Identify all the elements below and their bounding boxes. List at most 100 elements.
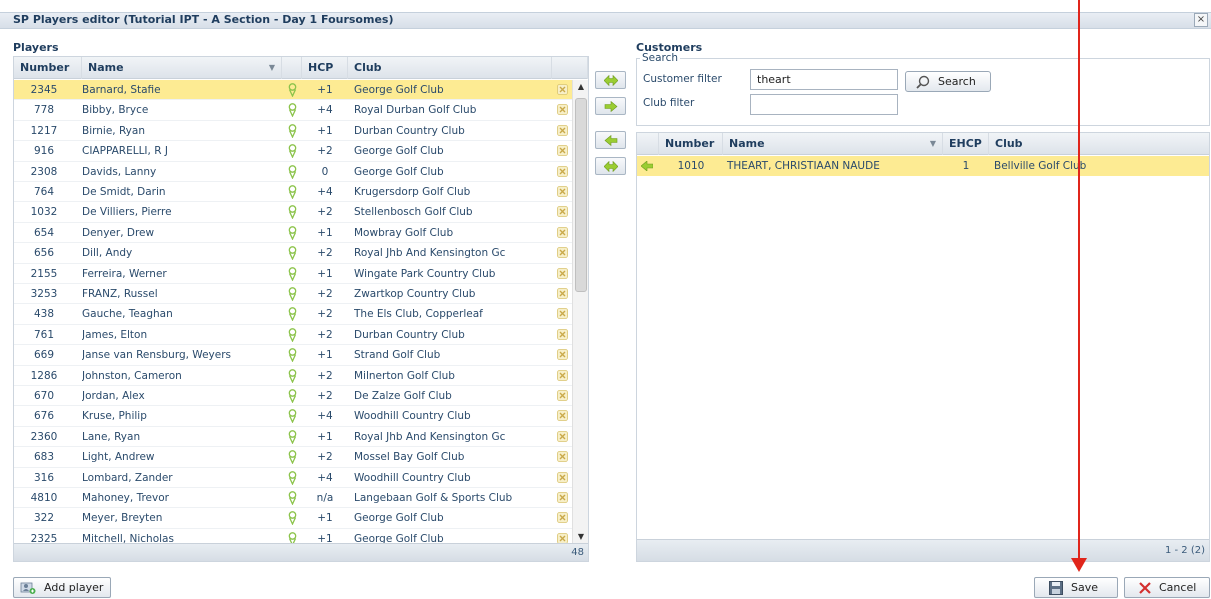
- player-row[interactable]: 2360 Lane, Ryan +1 Royal Jhb And Kensington…: [14, 427, 574, 448]
- player-row[interactable]: 2325 Mitchell, Nicholas +1 George Golf Club: [14, 529, 574, 544]
- player-row[interactable]: 761 James, Elton +2 Durban Country Club: [14, 325, 574, 346]
- golfer-icon[interactable]: [282, 529, 302, 544]
- player-row[interactable]: 4810 Mahoney, Trevor n/a Langebaan Golf & S…: [14, 488, 574, 509]
- player-row[interactable]: 316 Lombard, Zander +4 Woodhill Country Clu…: [14, 468, 574, 488]
- column-header-club[interactable]: Club: [348, 57, 552, 79]
- column-header-number[interactable]: Number: [14, 57, 82, 79]
- delete-icon[interactable]: [554, 366, 570, 386]
- player-row[interactable]: 1217 Birnie, Ryan +1 Durban Country Club: [14, 121, 574, 142]
- add-player-button[interactable]: Add player: [13, 577, 111, 598]
- delete-icon[interactable]: [554, 325, 570, 345]
- column-header-ehcp[interactable]: EHCP: [943, 133, 989, 155]
- golfer-icon[interactable]: [282, 223, 302, 243]
- delete-icon[interactable]: [554, 80, 570, 100]
- player-row[interactable]: 683 Light, Andrew +2 Mossel Bay Golf Club: [14, 447, 574, 468]
- golfer-icon[interactable]: [282, 345, 302, 365]
- golfer-icon[interactable]: [282, 447, 302, 467]
- player-row[interactable]: 1286 Johnston, Cameron +2 Milnerton Golf Cl…: [14, 366, 574, 386]
- scroll-up-icon[interactable]: ▲: [573, 80, 588, 94]
- delete-icon[interactable]: [554, 264, 570, 284]
- golfer-icon[interactable]: [282, 406, 302, 426]
- player-row[interactable]: 656 Dill, Andy +2 Royal Jhb And Kensington …: [14, 243, 574, 264]
- move-right-button[interactable]: [595, 97, 626, 115]
- delete-icon[interactable]: [554, 182, 570, 202]
- delete-icon[interactable]: [554, 162, 570, 182]
- column-header-name[interactable]: Name ▼: [723, 133, 943, 155]
- player-number: 4810: [30, 492, 58, 504]
- golfer-icon[interactable]: [282, 162, 302, 182]
- customer-filter-input[interactable]: [750, 69, 898, 90]
- delete-icon[interactable]: [554, 386, 570, 406]
- delete-icon[interactable]: [554, 468, 570, 488]
- delete-icon[interactable]: [554, 488, 570, 508]
- transfer-left-button[interactable]: [595, 157, 626, 175]
- delete-icon[interactable]: [554, 447, 570, 467]
- golfer-icon[interactable]: [282, 386, 302, 406]
- delete-icon[interactable]: [554, 100, 570, 120]
- delete-icon[interactable]: [554, 141, 570, 161]
- player-row[interactable]: 2308 Davids, Lanny 0 George Golf Club: [14, 162, 574, 182]
- player-name: Lane, Ryan: [82, 430, 141, 443]
- delete-icon[interactable]: [554, 121, 570, 141]
- delete-icon[interactable]: [554, 529, 570, 544]
- golfer-icon[interactable]: [282, 468, 302, 488]
- players-scrollbar[interactable]: ▲ ▼: [572, 80, 588, 544]
- save-button[interactable]: Save: [1034, 577, 1118, 598]
- player-row[interactable]: 669 Janse van Rensburg, Weyers +1 Strand Go…: [14, 345, 574, 366]
- delete-icon[interactable]: [554, 304, 570, 324]
- player-row[interactable]: 670 Jordan, Alex +2 De Zalze Golf Club: [14, 386, 574, 407]
- move-left-button[interactable]: [595, 131, 626, 149]
- delete-icon[interactable]: [554, 406, 570, 426]
- customer-row[interactable]: 1010 THEART, CHRISTIAAN NAUDE 1 Bellvill…: [637, 156, 1209, 176]
- delete-icon[interactable]: [554, 243, 570, 263]
- player-row[interactable]: 3253 FRANZ, Russel +2 Zwartkop Country Club: [14, 284, 574, 305]
- column-header-hcp[interactable]: HCP: [302, 57, 348, 79]
- player-row[interactable]: 654 Denyer, Drew +1 Mowbray Golf Club: [14, 223, 574, 244]
- golfer-icon[interactable]: [282, 284, 302, 304]
- golfer-icon[interactable]: [282, 100, 302, 120]
- close-button[interactable]: ×: [1194, 13, 1208, 27]
- golfer-icon[interactable]: [282, 488, 302, 508]
- golfer-icon[interactable]: [282, 304, 302, 324]
- golfer-icon[interactable]: [282, 264, 302, 284]
- golfer-icon[interactable]: [282, 202, 302, 222]
- player-row[interactable]: 764 De Smidt, Darin +4 Krugersdorp Golf Clu…: [14, 182, 574, 203]
- golfer-icon[interactable]: [282, 366, 302, 386]
- add-arrow-icon[interactable]: [640, 156, 654, 176]
- golfer-icon[interactable]: [282, 182, 302, 202]
- column-header-number[interactable]: Number: [659, 133, 723, 155]
- player-club: George Golf Club: [354, 512, 444, 525]
- column-header-club[interactable]: Club: [989, 133, 1209, 155]
- player-row[interactable]: 1032 De Villiers, Pierre +2 Stellenbosch Go…: [14, 202, 574, 223]
- search-button[interactable]: Search: [905, 71, 991, 92]
- search-button-label: Search: [938, 75, 976, 88]
- player-row[interactable]: 2155 Ferreira, Werner +1 Wingate Park Count…: [14, 264, 574, 284]
- scroll-thumb[interactable]: [575, 98, 587, 292]
- transfer-right-button[interactable]: [595, 71, 626, 89]
- golfer-icon[interactable]: [282, 427, 302, 447]
- player-row[interactable]: 2345 Barnard, Stafie +1 George Golf Club: [14, 80, 574, 101]
- golfer-icon[interactable]: [282, 141, 302, 161]
- scroll-down-icon[interactable]: ▼: [573, 530, 588, 544]
- column-header-name[interactable]: Name ▼: [82, 57, 282, 79]
- golfer-icon[interactable]: [282, 121, 302, 141]
- player-number: 764: [33, 186, 55, 198]
- player-row[interactable]: 438 Gauche, Teaghan +2 The Els Club, Copper…: [14, 304, 574, 325]
- player-row[interactable]: 322 Meyer, Breyten +1 George Golf Club: [14, 508, 574, 529]
- cancel-button[interactable]: Cancel: [1124, 577, 1210, 598]
- golfer-icon[interactable]: [282, 80, 302, 100]
- club-filter-input[interactable]: [750, 94, 898, 115]
- player-name: Ferreira, Werner: [82, 267, 167, 280]
- delete-icon[interactable]: [554, 345, 570, 365]
- player-row[interactable]: 916 CIAPPARELLI, R J +2 George Golf Club: [14, 141, 574, 162]
- delete-icon[interactable]: [554, 202, 570, 222]
- golfer-icon[interactable]: [282, 508, 302, 528]
- player-row[interactable]: 778 Bibby, Bryce +4 Royal Durban Golf Club: [14, 100, 574, 121]
- golfer-icon[interactable]: [282, 325, 302, 345]
- delete-icon[interactable]: [554, 223, 570, 243]
- golfer-icon[interactable]: [282, 243, 302, 263]
- delete-icon[interactable]: [554, 427, 570, 447]
- delete-icon[interactable]: [554, 508, 570, 528]
- player-row[interactable]: 676 Kruse, Philip +4 Woodhill Country Club: [14, 406, 574, 427]
- delete-icon[interactable]: [554, 284, 570, 304]
